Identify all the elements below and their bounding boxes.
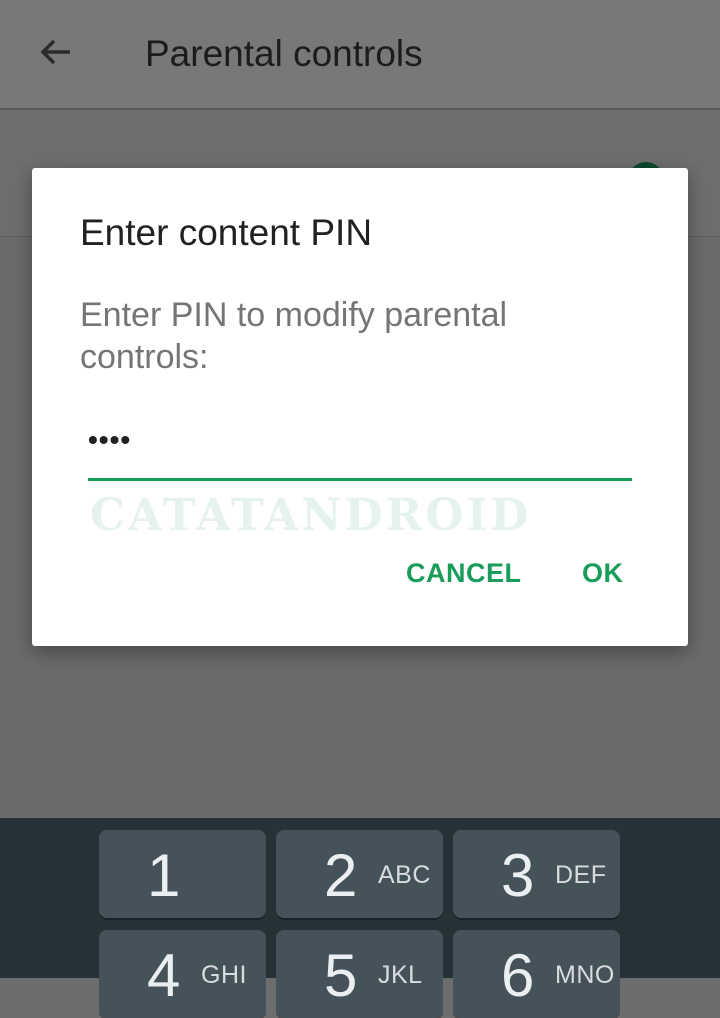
key-number: 5 (324, 942, 358, 1009)
key-letters: DEF (555, 861, 607, 889)
back-button[interactable] (34, 30, 78, 74)
watermark: CATATANDROID (90, 490, 532, 541)
key-2[interactable]: 2 ABC (276, 830, 443, 918)
arrow-back-icon (40, 39, 70, 65)
key-6[interactable]: 6 MNO (453, 930, 620, 1018)
key-5[interactable]: 5 JKL (276, 930, 443, 1018)
key-letters: ABC (378, 861, 431, 889)
dialog-message: Enter PIN to modify parental controls: (80, 296, 508, 376)
key-letters: JKL (378, 961, 423, 989)
page-title: Parental controls (145, 33, 423, 74)
dialog-title: Enter content PIN (80, 212, 373, 253)
key-number: 2 (324, 842, 358, 909)
key-number: 3 (501, 842, 535, 909)
key-4[interactable]: 4 GHI (99, 930, 266, 1018)
app-bar: Parental controls (0, 0, 720, 108)
key-3[interactable]: 3 DEF (453, 830, 620, 918)
key-number: 4 (147, 942, 181, 1009)
pin-input[interactable]: •••• (88, 414, 632, 481)
numeric-keypad: 1 2 ABC 3 DEF 4 GHI 5 JKL 6 MNO (0, 818, 720, 1018)
ok-button[interactable]: OK (582, 558, 624, 589)
key-number: 6 (501, 942, 535, 1009)
pin-dialog: Enter content PIN Enter PIN to modify pa… (32, 168, 688, 646)
key-letters: MNO (555, 961, 615, 989)
pin-input-value: •••• (88, 424, 132, 455)
key-letters: GHI (201, 961, 247, 989)
key-number: 1 (147, 842, 181, 909)
key-1[interactable]: 1 (99, 830, 266, 918)
cancel-button[interactable]: CANCEL (406, 558, 522, 589)
